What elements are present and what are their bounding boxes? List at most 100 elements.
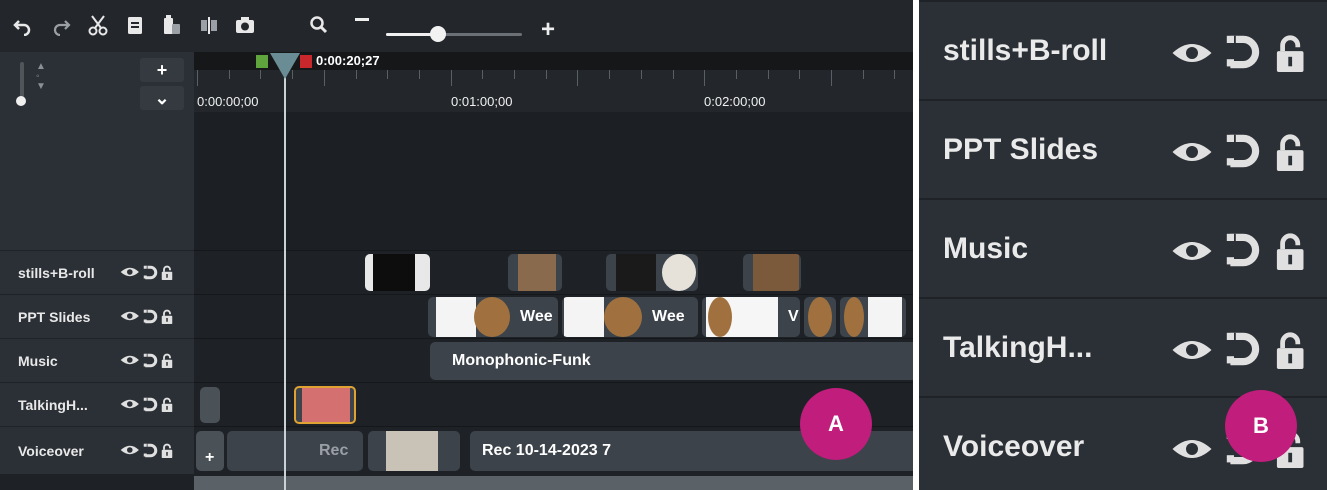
clip-thumbnail	[708, 297, 732, 337]
lock-track-icon[interactable]	[161, 309, 173, 324]
ruler-tick	[672, 70, 674, 79]
visibility-eye-icon[interactable]	[1171, 434, 1213, 464]
audio-clip[interactable]: +	[196, 431, 224, 471]
visibility-eye-icon[interactable]	[1171, 38, 1213, 68]
add-clip-button[interactable]: +	[205, 449, 214, 467]
track-header[interactable]: Music	[0, 338, 194, 382]
track-name: PPT Slides	[18, 309, 91, 325]
lock-track-icon[interactable]	[161, 397, 173, 412]
image-clip[interactable]	[606, 254, 698, 291]
zoomed-track-header[interactable]: Music	[919, 198, 1327, 296]
track-header[interactable]: stills+B-roll	[0, 250, 194, 294]
magnetic-track-icon[interactable]	[1225, 232, 1261, 268]
track-header-icons	[120, 443, 186, 459]
visibility-eye-icon[interactable]	[120, 309, 140, 323]
lock-track-icon[interactable]	[161, 265, 173, 280]
zoom-out-button[interactable]	[355, 18, 369, 21]
lock-track-icon[interactable]	[1275, 34, 1305, 72]
undo-icon[interactable]	[12, 14, 34, 36]
magnetic-track-icon[interactable]	[1225, 34, 1261, 70]
slide-clip[interactable]: Wee	[428, 297, 558, 337]
video-clip-selected[interactable]	[294, 386, 356, 424]
audio-clip[interactable]: Monophonic-Funk	[430, 342, 913, 380]
track-header-icons	[120, 265, 186, 281]
clip-thumbnail	[564, 297, 604, 337]
zoom-slider[interactable]	[386, 26, 522, 42]
slide-clip[interactable]	[804, 297, 836, 337]
paste-icon[interactable]	[161, 14, 183, 36]
snapshot-icon[interactable]	[234, 14, 256, 36]
clip-thumbnail	[616, 254, 656, 291]
expand-tracks-button[interactable]: ⌄	[140, 86, 184, 110]
slide-clip[interactable]: V	[702, 297, 800, 337]
selection-start-handle[interactable]	[256, 55, 268, 68]
visibility-eye-icon[interactable]	[1171, 236, 1213, 266]
track-header-icons	[1171, 232, 1321, 272]
timeline-panel: + ▲ ◦ ▼ + ⌄ 0:00:20;27 0:00:00;00 0:01:00;…	[0, 0, 913, 490]
time-label: 0:01:00;00	[451, 94, 513, 109]
clip-thumbnail	[753, 254, 799, 291]
visibility-eye-icon[interactable]	[120, 265, 140, 279]
visibility-eye-icon[interactable]	[1171, 137, 1213, 167]
zoomed-track-header[interactable]: TalkingH...	[919, 297, 1327, 395]
zoom-search-icon	[308, 14, 330, 36]
magnetic-track-icon[interactable]	[143, 309, 158, 324]
magnetic-track-icon[interactable]	[1225, 331, 1261, 367]
magnetic-track-icon[interactable]	[1225, 133, 1261, 169]
ruler-tick	[260, 70, 262, 79]
track-height-slider-handle[interactable]	[16, 96, 26, 106]
zoomed-track-header[interactable]: PPT Slides	[919, 99, 1327, 197]
callout-badge-a: A	[800, 388, 872, 460]
time-ruler[interactable]: 0:00:20;27 0:00:00;00 0:01:00;00 0:02:00…	[194, 52, 913, 112]
track-lane[interactable]	[194, 250, 913, 294]
lock-track-icon[interactable]	[1275, 331, 1305, 369]
selection-end-handle[interactable]	[300, 55, 312, 68]
lock-track-icon[interactable]	[1275, 133, 1305, 171]
track-header[interactable]: PPT Slides	[0, 294, 194, 338]
add-track-button[interactable]: +	[140, 58, 184, 82]
lock-track-icon[interactable]	[1275, 232, 1305, 270]
redo-icon[interactable]	[50, 14, 72, 36]
visibility-eye-icon[interactable]	[120, 353, 140, 367]
lock-track-icon[interactable]	[161, 443, 173, 458]
split-icon[interactable]	[198, 14, 220, 36]
magnetic-track-icon[interactable]	[143, 353, 158, 368]
magnetic-track-icon[interactable]	[143, 265, 158, 280]
video-clip[interactable]	[368, 431, 460, 471]
magnetic-track-icon[interactable]	[143, 443, 158, 458]
visibility-eye-icon[interactable]	[120, 397, 140, 411]
clip-thumbnail	[844, 297, 864, 337]
lock-track-icon[interactable]	[161, 353, 173, 368]
slide-clip[interactable]: Wee	[562, 297, 698, 337]
image-clip[interactable]	[365, 254, 430, 291]
playhead-handle[interactable]	[270, 53, 300, 79]
track-name: stills+B-roll	[18, 265, 95, 281]
zoom-in-button[interactable]: +	[541, 18, 555, 42]
slide-clip[interactable]	[840, 297, 906, 337]
zoom-slider-handle[interactable]	[429, 26, 446, 42]
track-header[interactable]: Voiceover	[0, 426, 194, 474]
track-lane[interactable]: Monophonic-Funk	[194, 338, 913, 382]
image-clip[interactable]	[508, 254, 562, 291]
ruler-tick	[894, 70, 896, 79]
audio-clip[interactable]: Rec	[227, 431, 363, 471]
visibility-eye-icon[interactable]	[120, 443, 140, 457]
cut-icon[interactable]	[87, 14, 109, 36]
track-lane[interactable]: Wee Wee V	[194, 294, 913, 338]
video-clip[interactable]	[200, 387, 220, 423]
clip-label: Monophonic-Funk	[452, 352, 591, 369]
visibility-eye-icon[interactable]	[1171, 335, 1213, 365]
horizontal-scrollbar[interactable]	[194, 476, 913, 490]
track-header-icons	[1171, 34, 1321, 74]
ruler-tick	[767, 70, 769, 79]
zoomed-track-header[interactable]: stills+B-roll	[919, 0, 1327, 98]
clip-thumbnail	[386, 431, 438, 471]
image-clip[interactable]	[743, 254, 801, 291]
track-height-slider[interactable]	[20, 62, 24, 98]
magnetic-track-icon[interactable]	[143, 397, 158, 412]
ruler-tick	[545, 70, 547, 79]
ruler-tick	[418, 70, 420, 79]
copy-icon[interactable]	[124, 14, 146, 36]
track-name: stills+B-roll	[943, 34, 1108, 67]
track-header[interactable]: TalkingH...	[0, 382, 194, 426]
